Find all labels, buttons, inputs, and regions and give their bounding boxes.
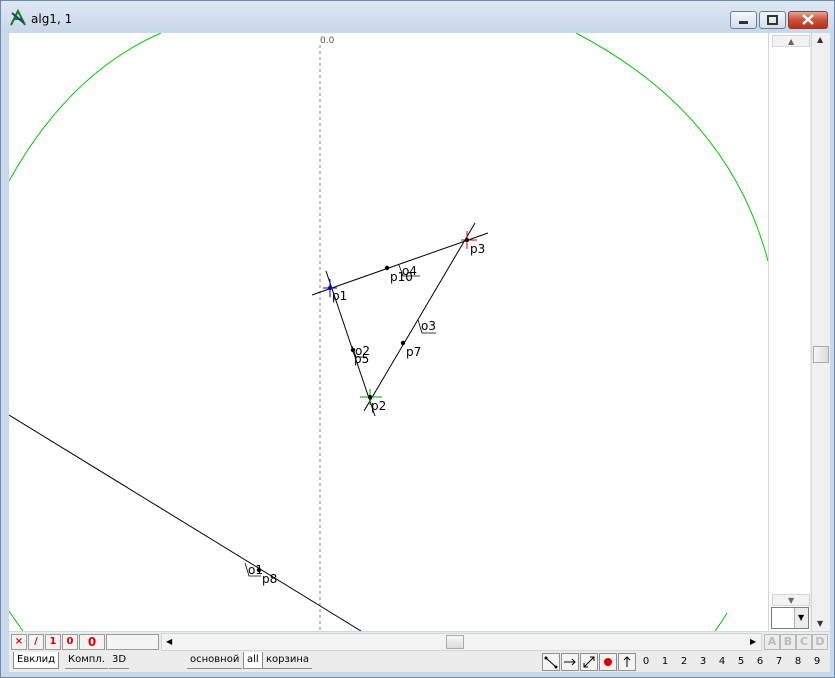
tab-evklid[interactable]: Евклид — [13, 652, 60, 669]
tab-korzina[interactable]: корзина — [263, 652, 312, 669]
combo-dropdown-button[interactable]: ▼ — [794, 608, 808, 628]
ray-tool-button[interactable] — [561, 653, 579, 671]
vertical-scroll-track[interactable]: ▲ ▼ ▼ — [768, 33, 810, 631]
maximize-icon — [767, 15, 778, 25]
app-window: alg1, 1 0.0 p1 p2 p3 p10 p5 p7 p8 o4 o2 … — [0, 0, 835, 678]
num-key-7[interactable]: 7 — [771, 654, 787, 670]
tab-osnovnoy[interactable]: основной — [187, 652, 243, 669]
num-key-4[interactable]: 4 — [714, 654, 730, 670]
axis-origin-label: 0.0 — [320, 36, 335, 46]
counter-zero-button[interactable]: 0 — [62, 634, 78, 650]
arrow-down-icon: ▼ — [788, 596, 795, 605]
horizontal-scroll-thumb[interactable] — [446, 635, 464, 649]
label-o2: o2 — [355, 344, 370, 358]
counter-one-button[interactable]: 1 — [45, 634, 61, 650]
num-key-3[interactable]: 3 — [695, 654, 711, 670]
point-p7-dot[interactable] — [400, 340, 406, 346]
record-dot-icon — [604, 658, 612, 666]
label-p7: p7 — [406, 345, 421, 359]
green-circle-arc-bottom-right — [714, 612, 728, 631]
num-key-6[interactable]: 6 — [752, 654, 768, 670]
vertical-scroll-thumb[interactable] — [813, 346, 829, 363]
num-key-5[interactable]: 5 — [733, 654, 749, 670]
close-icon — [802, 14, 814, 25]
status-field — [106, 634, 159, 650]
combo-select[interactable]: ▼ — [771, 607, 809, 629]
tab-all[interactable]: all — [243, 652, 263, 669]
diagonal-arrow-icon — [583, 656, 595, 668]
corner-button-a[interactable]: A — [764, 634, 780, 650]
minimize-button[interactable] — [730, 11, 757, 29]
num-key-1[interactable]: 1 — [657, 654, 673, 670]
arrow-up-icon — [623, 656, 631, 667]
label-p1: p1 — [332, 289, 347, 303]
horizontal-scrollbar[interactable]: ◀ ▶ — [161, 633, 762, 651]
num-key-2[interactable]: 2 — [676, 654, 692, 670]
counter-value-display: 0 — [79, 634, 105, 650]
vector-tool-button[interactable] — [580, 653, 598, 671]
point-p10-dot[interactable] — [384, 265, 390, 271]
label-p8: p8 — [262, 572, 277, 586]
slash-button[interactable]: / — [28, 634, 44, 650]
chevron-down-icon: ▼ — [798, 613, 805, 622]
num-key-8[interactable]: 8 — [790, 654, 806, 670]
green-circle-arc-right — [575, 33, 768, 262]
label-o1: o1 — [248, 563, 263, 577]
line-o4[interactable] — [311, 232, 489, 296]
line-o1[interactable] — [9, 414, 362, 631]
segment-tool-icon — [544, 656, 558, 669]
tab-bar: Евклид Компл. 3D основной all корзина 0 … — [9, 652, 830, 672]
scroll-up-button[interactable]: ▲ — [772, 35, 810, 47]
tab-kompl[interactable]: Компл. — [65, 652, 108, 669]
scroll-down-icon: ▼ — [817, 619, 824, 628]
clear-button[interactable]: × — [11, 634, 27, 650]
arrow-right-icon — [564, 658, 576, 666]
minimize-icon — [739, 21, 748, 24]
title-bar[interactable]: alg1, 1 — [1, 1, 834, 31]
label-o3: o3 — [421, 319, 436, 333]
num-key-0[interactable]: 0 — [638, 654, 654, 670]
label-p2: p2 — [371, 399, 386, 413]
label-p3: p3 — [470, 242, 485, 256]
label-o4: o4 — [402, 264, 417, 278]
green-circle-arc-left — [9, 33, 162, 182]
corner-button-d[interactable]: D — [812, 634, 828, 650]
app-icon — [10, 9, 26, 26]
green-circle-arc-bottom-left — [9, 610, 24, 631]
maximize-button[interactable] — [759, 11, 786, 29]
tab-3d[interactable]: 3D — [109, 652, 130, 669]
scroll-down-button[interactable]: ▼ — [772, 594, 810, 606]
drawing-canvas[interactable]: 0.0 p1 p2 p3 p10 p5 p7 p8 o4 o2 o3 o1 — [9, 33, 768, 631]
scroll-right-icon: ▶ — [750, 637, 757, 646]
corner-button-b[interactable]: B — [780, 634, 796, 650]
close-button[interactable] — [788, 11, 828, 29]
vertical-scrollbar[interactable]: ▲ ▼ — [811, 33, 830, 631]
arrow-up-icon: ▲ — [788, 37, 795, 46]
record-button[interactable] — [599, 653, 617, 671]
line-o3[interactable] — [363, 222, 476, 412]
right-panel: ▲ ▼ ▼ ▲ ▼ — [768, 33, 830, 631]
num-key-9[interactable]: 9 — [809, 654, 825, 670]
window-title: alg1, 1 — [31, 12, 73, 26]
up-button[interactable] — [618, 653, 636, 671]
corner-button-c[interactable]: C — [796, 634, 812, 650]
segment-tool-button[interactable] — [542, 653, 560, 671]
status-bar: × / 1 0 0 ◀ ▶ A B C D — [9, 632, 830, 652]
scroll-left-icon: ◀ — [166, 637, 173, 646]
scroll-up-icon: ▲ — [817, 35, 824, 44]
